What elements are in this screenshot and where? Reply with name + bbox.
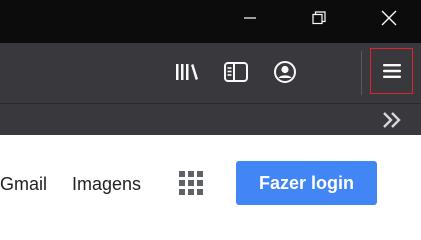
- close-window-button[interactable]: [366, 0, 412, 36]
- page-content: Gmail Imagens Fazer login: [0, 135, 421, 240]
- sidebar-icon: [224, 62, 248, 82]
- library-icon: [176, 64, 198, 80]
- apps-grid-icon[interactable]: [179, 171, 203, 195]
- images-link[interactable]: Imagens: [72, 173, 141, 195]
- restore-button[interactable]: [296, 0, 342, 36]
- bookmarks-toolbar: [0, 103, 421, 135]
- double-chevron-right-icon: [383, 112, 401, 128]
- toolbar-separator: [361, 51, 362, 95]
- account-button[interactable]: [268, 55, 302, 89]
- gmail-link[interactable]: Gmail: [0, 173, 47, 195]
- hamburger-menu-icon: [382, 64, 401, 78]
- restore-icon: [312, 11, 326, 25]
- sidebar-button[interactable]: [219, 55, 253, 89]
- minimize-button[interactable]: [227, 0, 273, 36]
- library-button[interactable]: [170, 55, 204, 89]
- title-bar: [0, 0, 421, 43]
- account-icon: [274, 61, 296, 83]
- browser-toolbar: [0, 43, 421, 103]
- minimize-icon: [244, 17, 256, 19]
- bookmarks-overflow-button[interactable]: [378, 108, 406, 132]
- close-icon: [381, 10, 397, 26]
- sign-in-button[interactable]: Fazer login: [236, 161, 377, 205]
- open-menu-button[interactable]: [370, 48, 413, 94]
